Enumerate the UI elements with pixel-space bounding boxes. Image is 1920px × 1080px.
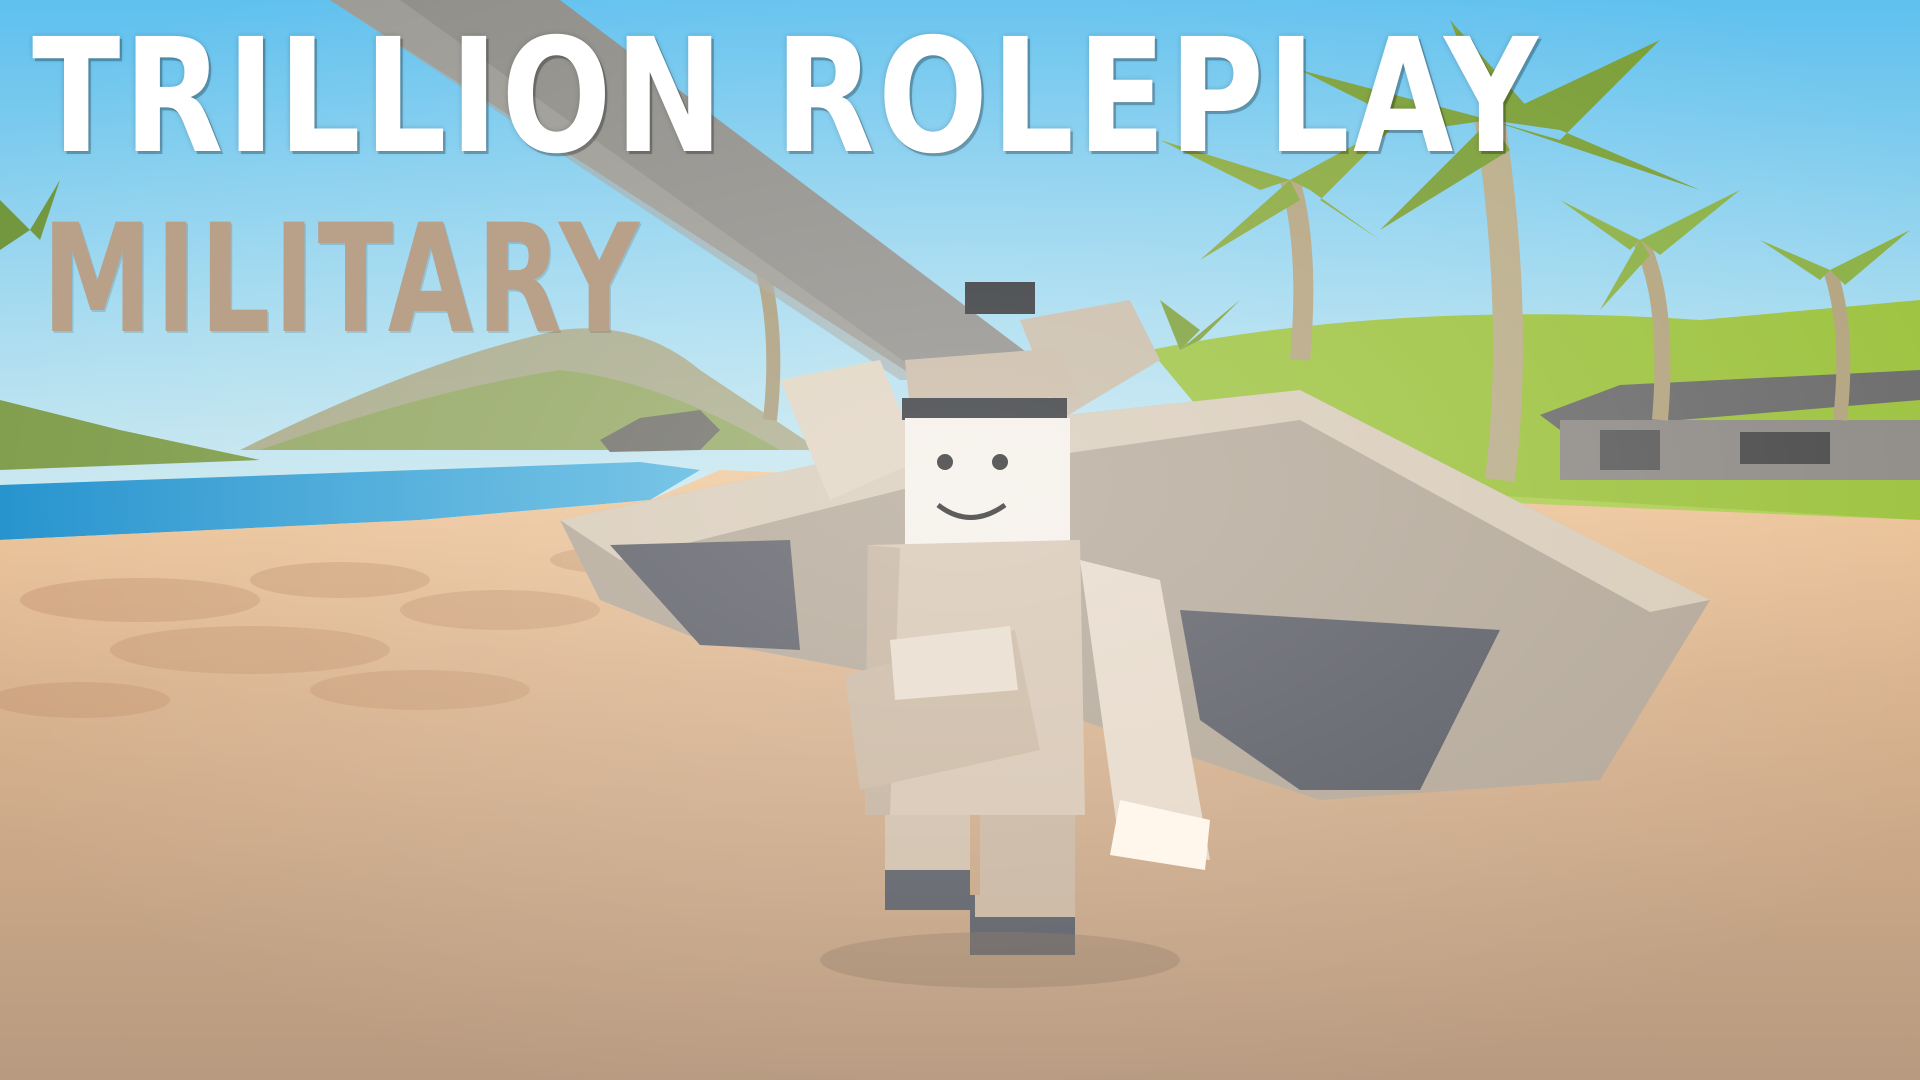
game-scene: TRILLION ROLEPLAY MILITARY bbox=[0, 0, 1920, 1080]
game-subtitle: MILITARY bbox=[42, 193, 643, 367]
game-title: TRILLION ROLEPLAY bbox=[32, 5, 1542, 189]
